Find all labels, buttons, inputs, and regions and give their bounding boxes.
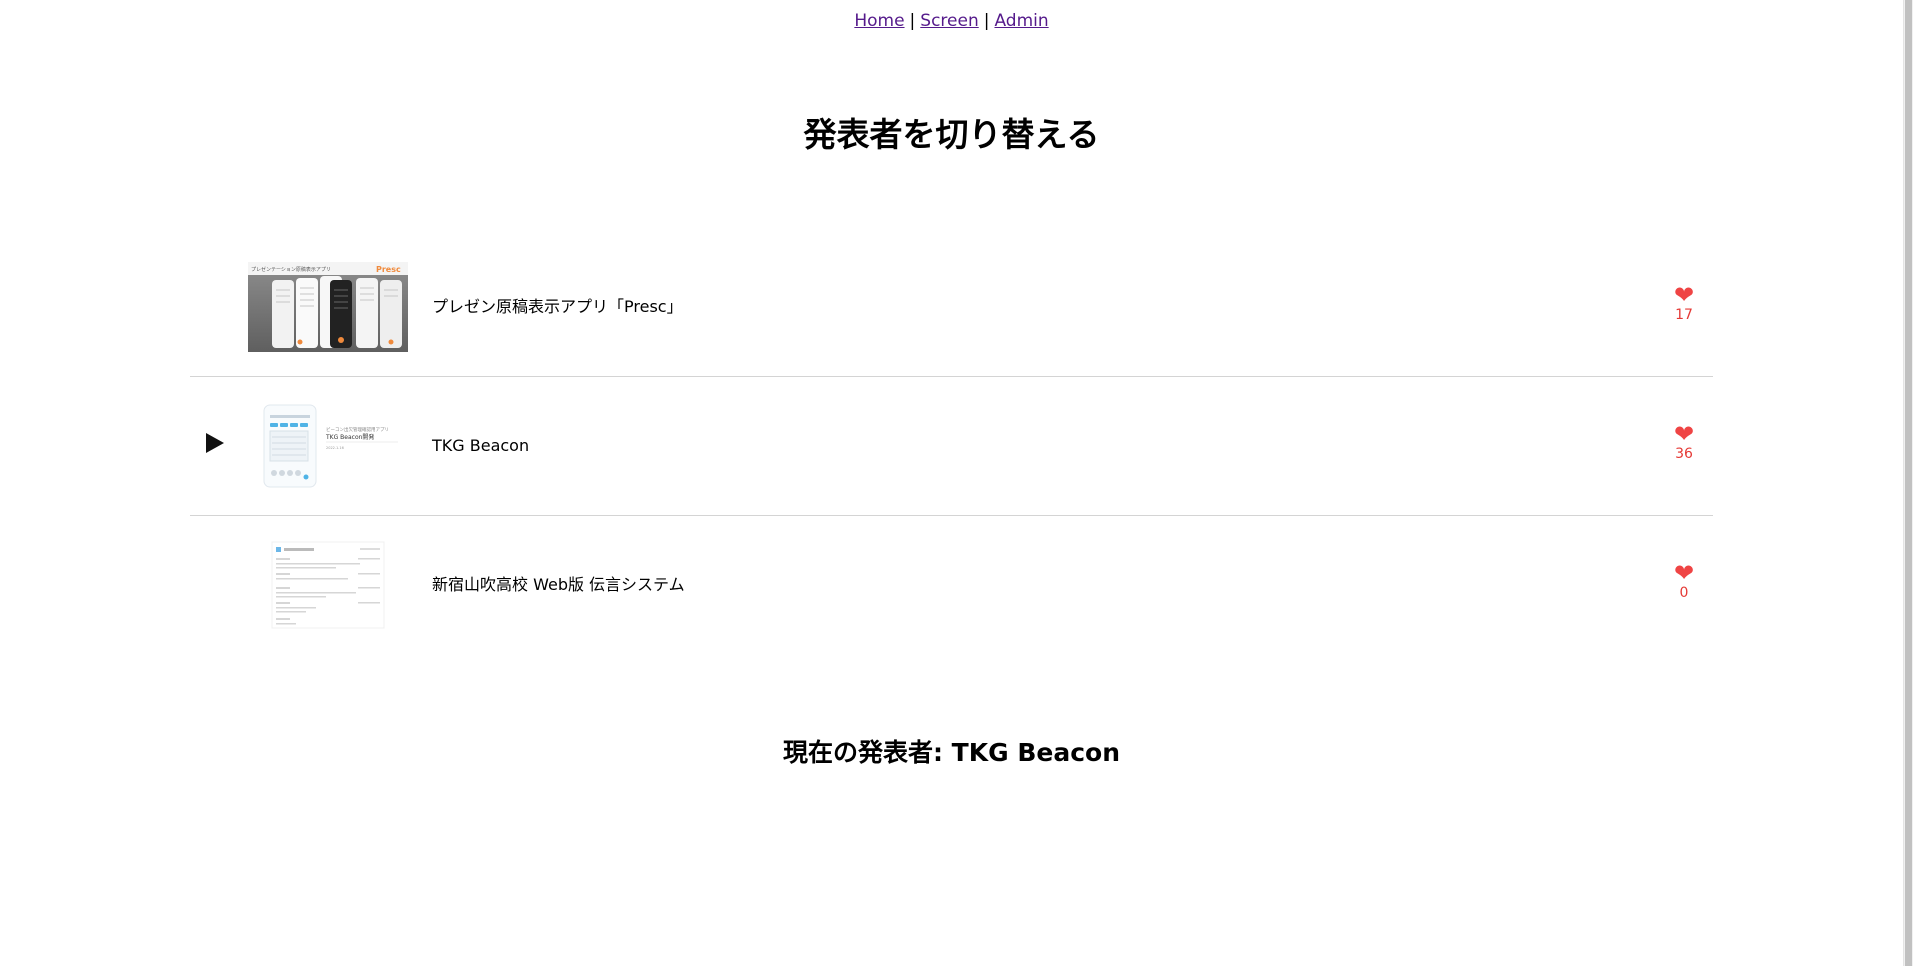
presenter-thumbnail xyxy=(248,540,408,630)
heart-icon[interactable]: ❤ xyxy=(1669,422,1699,446)
tkg-beacon-slide-icon: ビーコン出欠管理確認用アプリ TKG Beacon開発 2022.1.16 xyxy=(248,401,408,491)
svg-text:2022.1.16: 2022.1.16 xyxy=(326,446,344,450)
scrollbar-thumb[interactable] xyxy=(1905,0,1912,966)
svg-text:プレゼンテーション原稿表示アプリ: プレゼンテーション原稿表示アプリ xyxy=(251,266,331,273)
like-counter[interactable]: ❤ 0 xyxy=(1669,561,1699,602)
page-title: 発表者を切り替える xyxy=(803,115,1100,154)
presenter-row[interactable]: 新宿山吹高校 Web版 伝言システム ❤ 0 xyxy=(190,516,1713,655)
presenter-title: TKG Beacon xyxy=(432,436,530,455)
presc-app-screenshot-icon: プレゼンテーション原稿表示アプリ Presc xyxy=(248,262,408,352)
heart-icon[interactable]: ❤ xyxy=(1669,283,1699,307)
svg-text:Presc: Presc xyxy=(376,265,401,274)
nav-separator: | xyxy=(983,11,990,31)
current-presenter: 現在の発表者: TKG Beacon xyxy=(782,738,1121,767)
heart-icon[interactable]: ❤ xyxy=(1669,561,1699,585)
svg-text:TKG Beacon開発: TKG Beacon開発 xyxy=(325,433,374,441)
page: Home | Screen | Admin 発表者を切り替える プレゼンテーション原稿表… xyxy=(0,0,1913,966)
like-counter[interactable]: ❤ 36 xyxy=(1669,422,1699,463)
play-icon xyxy=(206,433,224,453)
svg-text:ビーコン出欠管理確認用アプリ: ビーコン出欠管理確認用アプリ xyxy=(326,426,389,433)
nav-link-admin[interactable]: Admin xyxy=(994,11,1048,31)
message-system-document-icon xyxy=(248,540,408,630)
vertical-scrollbar[interactable] xyxy=(1903,0,1913,966)
presenter-list: プレゼンテーション原稿表示アプリ Presc プレゼン原稿表示アプリ「Presc… xyxy=(190,238,1713,655)
nav-link-screen[interactable]: Screen xyxy=(920,11,978,31)
presenter-row[interactable]: ビーコン出欠管理確認用アプリ TKG Beacon開発 2022.1.16 TK… xyxy=(190,377,1713,516)
presenter-title: プレゼン原稿表示アプリ「Presc」 xyxy=(432,297,683,316)
presenter-row[interactable]: プレゼンテーション原稿表示アプリ Presc プレゼン原稿表示アプリ「Presc… xyxy=(190,238,1713,377)
nav-separator: | xyxy=(909,11,916,31)
presenter-thumbnail: ビーコン出欠管理確認用アプリ TKG Beacon開発 2022.1.16 xyxy=(248,401,408,491)
presenter-title: 新宿山吹高校 Web版 伝言システム xyxy=(432,575,685,594)
top-nav: Home | Screen | Admin xyxy=(0,8,1903,34)
like-counter[interactable]: ❤ 17 xyxy=(1669,283,1699,324)
nav-link-home[interactable]: Home xyxy=(854,11,904,31)
presenter-thumbnail: プレゼンテーション原稿表示アプリ Presc xyxy=(248,262,408,352)
